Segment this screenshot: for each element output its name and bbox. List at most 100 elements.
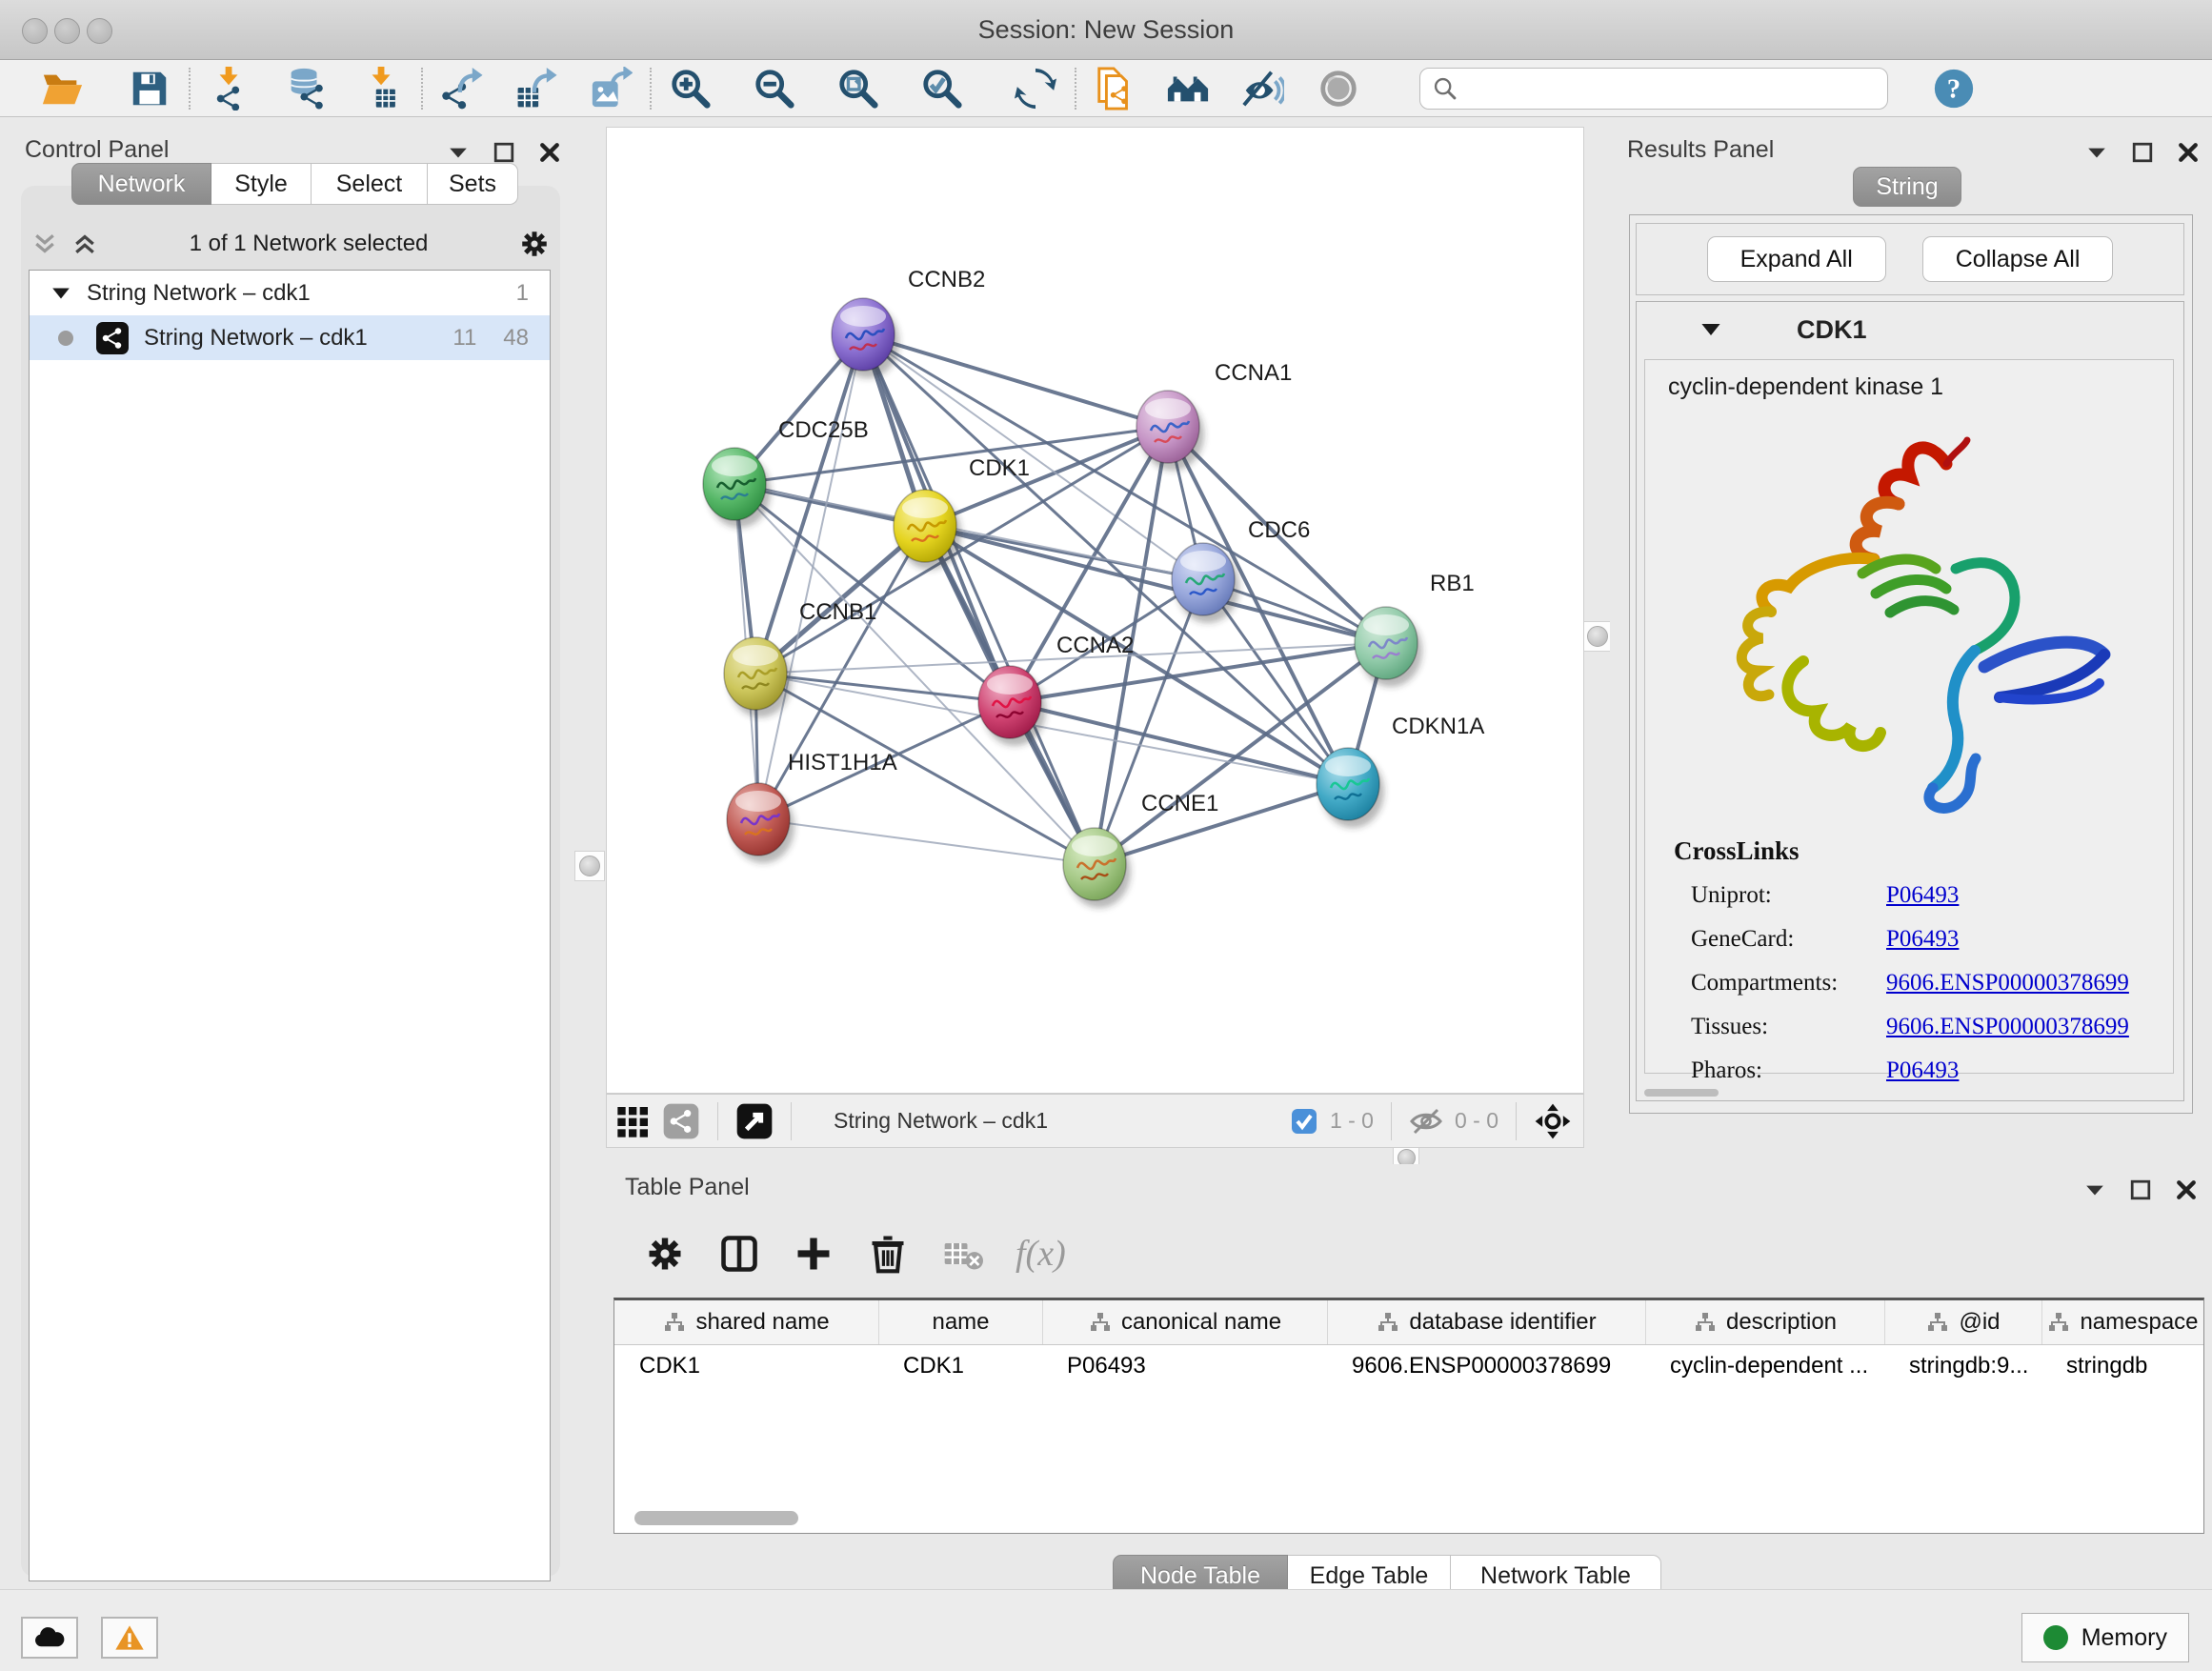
statusbar-divider	[791, 1102, 792, 1140]
zoom-out-button[interactable]	[751, 65, 798, 112]
crosslink-link[interactable]: 9606.ENSP00000378699	[1886, 970, 2129, 996]
import-table-button[interactable]	[358, 65, 406, 112]
panel-menu-icon[interactable]	[2082, 1178, 2107, 1202]
tab-network[interactable]: Network	[71, 163, 211, 205]
cell-name[interactable]: CDK1	[878, 1345, 1042, 1389]
table-horizontal-scrollbar[interactable]	[634, 1511, 798, 1525]
right-splitter-handle[interactable]	[1582, 621, 1613, 652]
show-columns-icon[interactable]	[718, 1233, 760, 1275]
cell-id[interactable]: stringdb:9...	[1884, 1345, 2041, 1389]
import-network-database-button[interactable]	[282, 65, 330, 112]
table-row[interactable]: CDK1 CDK1 P06493 9606.ENSP00000378699 cy…	[614, 1345, 2203, 1389]
panel-close-icon[interactable]	[537, 140, 562, 165]
network-graph[interactable]: CCNB2CCNA1CDC25BCDK1CDC6RB1CCNB1CCNA2CDK…	[607, 128, 1583, 1093]
edge-CDKN1A-CCNE1[interactable]	[1095, 784, 1348, 864]
edge-CCNB2-CCNE1[interactable]	[863, 334, 1095, 864]
zoom-fit-button[interactable]	[835, 65, 882, 112]
collapse-all-button[interactable]: Collapse All	[1922, 236, 2114, 282]
panel-close-icon[interactable]	[2174, 1178, 2199, 1202]
export-network-button[interactable]	[438, 65, 486, 112]
tab-sets[interactable]: Sets	[428, 163, 518, 205]
node-section-header[interactable]: CDK1	[1637, 302, 2183, 357]
cloud-status-button[interactable]	[21, 1617, 78, 1659]
network-collection-row[interactable]: String Network – cdk1 1	[30, 271, 550, 315]
column-header[interactable]: namespace	[2041, 1300, 2203, 1344]
node-CDKN1A[interactable]: CDKN1A	[1317, 714, 1484, 828]
edge-HIST1H1A-CCNE1[interactable]	[758, 819, 1095, 864]
collapse-all-icon[interactable]	[30, 230, 59, 258]
cell-database-identifier[interactable]: 9606.ENSP00000378699	[1327, 1345, 1645, 1389]
tab-select[interactable]: Select	[312, 163, 428, 205]
panel-float-icon[interactable]	[2128, 1178, 2153, 1202]
crosslink-label: Pharos:	[1674, 1057, 1886, 1084]
node-HIST1H1A[interactable]: HIST1H1A	[727, 750, 897, 863]
export-image-button[interactable]	[587, 65, 634, 112]
options-gear-icon[interactable]	[518, 228, 551, 260]
zoom-selected-button[interactable]	[918, 65, 966, 112]
edge-CCNB2-HIST1H1A[interactable]	[758, 334, 863, 819]
open-session-button[interactable]	[38, 65, 86, 112]
network-canvas[interactable]: CCNB2CCNA1CDC25BCDK1CDC6RB1CCNB1CCNA2CDK…	[606, 127, 1584, 1094]
panel-menu-icon[interactable]	[2084, 140, 2109, 165]
edge-CCNB2-CCNA1[interactable]	[863, 334, 1168, 427]
tree-expand-icon[interactable]	[50, 283, 71, 304]
memory-button[interactable]: Memory	[2021, 1613, 2189, 1662]
network-row[interactable]: String Network – cdk1 11 48	[30, 315, 550, 360]
tab-string[interactable]: String	[1853, 167, 1961, 207]
enhanced-labels-toggle-button[interactable]	[1238, 65, 1286, 112]
panel-float-icon[interactable]	[492, 140, 516, 165]
fit-selected-crosshair-icon[interactable]	[1534, 1102, 1572, 1140]
birdseye-grid-button[interactable]	[614, 1097, 653, 1145]
import-network-icon	[208, 67, 251, 111]
cell-shared-name[interactable]: CDK1	[614, 1345, 878, 1389]
help-button[interactable]: ?	[1930, 65, 1978, 112]
column-header[interactable]: description	[1645, 1300, 1884, 1344]
panel-menu-icon[interactable]	[446, 140, 471, 165]
expand-all-button[interactable]: Expand All	[1707, 236, 1886, 282]
clone-network-button[interactable]	[1092, 65, 1139, 112]
node-CCNA1[interactable]: CCNA1	[1136, 360, 1292, 471]
crosslink-link[interactable]: P06493	[1886, 1057, 1959, 1083]
control-panel-title: Control Panel	[25, 136, 169, 164]
column-header[interactable]: database identifier	[1327, 1300, 1645, 1344]
network-style-share-button[interactable]	[662, 1097, 700, 1145]
table-settings-gear-icon[interactable]	[644, 1233, 686, 1275]
panel-close-icon[interactable]	[2176, 140, 2201, 165]
import-network-file-button[interactable]	[206, 65, 253, 112]
warnings-button[interactable]	[101, 1617, 158, 1659]
zoom-in-button[interactable]	[667, 65, 714, 112]
node-RB1[interactable]: RB1	[1355, 571, 1475, 687]
crosslink-link[interactable]: 9606.ENSP00000378699	[1886, 1014, 2129, 1039]
node-section-title: CDK1	[1797, 315, 1867, 345]
column-header[interactable]: name	[878, 1300, 1042, 1344]
export-table-button[interactable]	[513, 65, 560, 112]
cell-description[interactable]: cyclin-dependent ...	[1645, 1345, 1884, 1389]
cell-namespace[interactable]: stringdb	[2041, 1345, 2203, 1389]
search-input[interactable]	[1458, 74, 1862, 103]
node-CDC25B[interactable]: CDC25B	[703, 417, 869, 528]
save-session-button[interactable]	[126, 65, 173, 112]
edge-CCNB2-RB1[interactable]	[863, 334, 1386, 643]
expand-all-icon[interactable]	[70, 230, 99, 258]
delete-column-icon[interactable]	[867, 1233, 909, 1275]
add-column-icon[interactable]	[793, 1233, 835, 1275]
panel-float-icon[interactable]	[2130, 140, 2155, 165]
crosslink-link[interactable]: P06493	[1886, 926, 1959, 952]
column-header[interactable]: @id	[1884, 1300, 2041, 1344]
column-header[interactable]: shared name	[614, 1300, 878, 1344]
column-header[interactable]: canonical name	[1042, 1300, 1327, 1344]
section-collapse-icon[interactable]	[1699, 318, 1722, 341]
save-icon	[128, 67, 171, 111]
edge-CDC25B-CDC6[interactable]	[734, 484, 1203, 579]
open-in-window-button[interactable]	[735, 1097, 774, 1145]
string-home-icon-button[interactable]	[1164, 65, 1212, 112]
glass-ball-toggle-button[interactable]	[1315, 65, 1362, 112]
apply-layout-button[interactable]	[1012, 65, 1059, 112]
crosslink-link[interactable]: P06493	[1886, 882, 1959, 908]
results-scrollbar-thumb[interactable]	[1644, 1089, 1719, 1097]
left-splitter-handle[interactable]	[574, 851, 605, 881]
edge-CDK1-RB1[interactable]	[925, 526, 1386, 643]
search-box[interactable]	[1419, 68, 1888, 110]
tab-style[interactable]: Style	[211, 163, 312, 205]
cell-canonical-name[interactable]: P06493	[1042, 1345, 1327, 1389]
